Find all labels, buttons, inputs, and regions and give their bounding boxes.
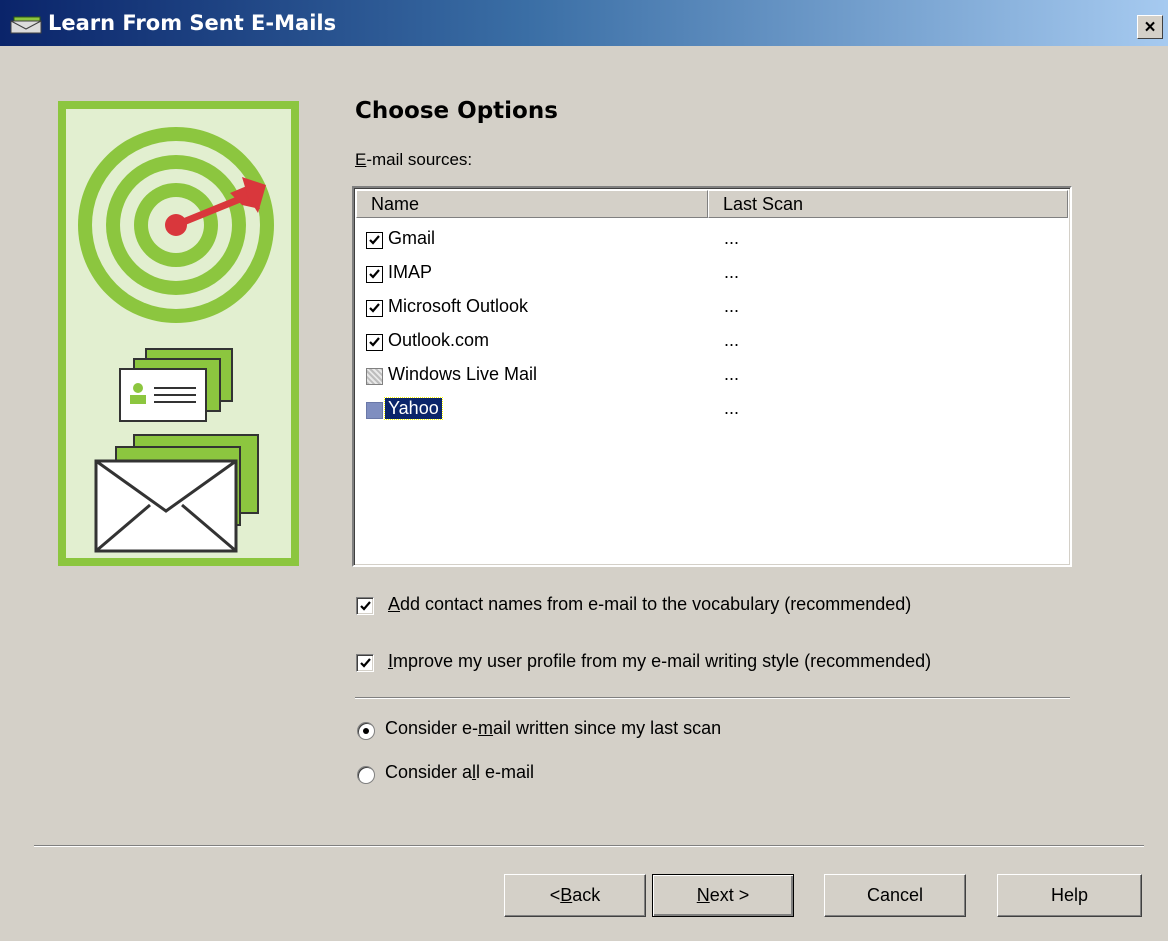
- list-item-microsoft-outlook[interactable]: Microsoft Outlook ...: [354, 292, 1054, 325]
- last-scan-value: ...: [724, 364, 740, 384]
- add-contacts-checkbox[interactable]: [356, 597, 374, 615]
- list-item-yahoo[interactable]: Yahoo ...: [354, 394, 1054, 427]
- next-button[interactable]: Next >: [652, 874, 794, 917]
- checkbox-icon[interactable]: [366, 402, 383, 419]
- mail-tray-icon: [10, 16, 42, 34]
- contact-cards-icon: [119, 348, 233, 422]
- add-contacts-option[interactable]: Add contact names from e-mail to the voc…: [355, 594, 1075, 620]
- improve-profile-checkbox[interactable]: [356, 654, 374, 672]
- source-name: Microsoft Outlook: [388, 296, 529, 316]
- back-button[interactable]: < Back: [504, 874, 646, 917]
- email-sources-list[interactable]: Name Last Scan Gmail ... IMAP ... Micros…: [352, 186, 1072, 567]
- close-button[interactable]: ×: [1137, 15, 1163, 39]
- footer-divider: [34, 845, 1144, 847]
- envelopes-icon: [94, 434, 259, 553]
- source-name: Windows Live Mail: [388, 364, 538, 384]
- scan-all-option[interactable]: Consider all e-mail: [355, 762, 855, 788]
- target-icon: [78, 127, 274, 323]
- learn-illustration: [58, 101, 299, 566]
- last-scan-value: ...: [724, 296, 740, 316]
- list-header: Name Last Scan: [356, 190, 1068, 218]
- last-scan-value: ...: [724, 330, 740, 350]
- checkbox-icon[interactable]: [366, 232, 383, 249]
- list-item-outlook-com[interactable]: Outlook.com ...: [354, 326, 1054, 359]
- source-name: Gmail: [388, 228, 436, 248]
- page-title: Choose Options: [355, 98, 558, 124]
- list-item-windows-live-mail[interactable]: Windows Live Mail ...: [354, 360, 1054, 393]
- source-name: IMAP: [388, 262, 433, 282]
- scan-since-last-radio[interactable]: [357, 722, 375, 740]
- checkbox-icon[interactable]: [366, 266, 383, 283]
- help-button[interactable]: Help: [997, 874, 1142, 917]
- improve-profile-label[interactable]: Improve my user profile from my e-mail w…: [388, 651, 931, 672]
- scan-since-last-label[interactable]: Consider e-mail written since my last sc…: [385, 718, 721, 739]
- options-divider: [355, 697, 1070, 699]
- scan-since-last-option[interactable]: Consider e-mail written since my last sc…: [355, 718, 855, 744]
- close-icon: ×: [1144, 16, 1156, 38]
- title-bar: Learn From Sent E-Mails ×: [0, 0, 1168, 46]
- scan-all-label[interactable]: Consider all e-mail: [385, 762, 534, 783]
- source-name: Outlook.com: [388, 330, 490, 350]
- improve-profile-option[interactable]: Improve my user profile from my e-mail w…: [355, 651, 1075, 677]
- column-header-last-scan[interactable]: Last Scan: [708, 190, 1068, 218]
- checkbox-icon[interactable]: [366, 300, 383, 317]
- list-item-gmail[interactable]: Gmail ...: [354, 224, 1054, 257]
- cancel-button[interactable]: Cancel: [824, 874, 966, 917]
- list-item-imap[interactable]: IMAP ...: [354, 258, 1054, 291]
- last-scan-value: ...: [724, 398, 740, 418]
- source-name: Yahoo: [384, 397, 443, 420]
- column-header-name[interactable]: Name: [356, 190, 708, 218]
- checkbox-icon[interactable]: [366, 334, 383, 351]
- checkbox-disabled-icon[interactable]: [366, 368, 383, 385]
- email-sources-label: E-mail sources:: [355, 150, 473, 169]
- last-scan-value: ...: [724, 228, 740, 248]
- last-scan-value: ...: [724, 262, 740, 282]
- scan-all-radio[interactable]: [357, 766, 375, 784]
- window-title: Learn From Sent E-Mails: [48, 11, 337, 35]
- add-contacts-label[interactable]: Add contact names from e-mail to the voc…: [388, 594, 911, 615]
